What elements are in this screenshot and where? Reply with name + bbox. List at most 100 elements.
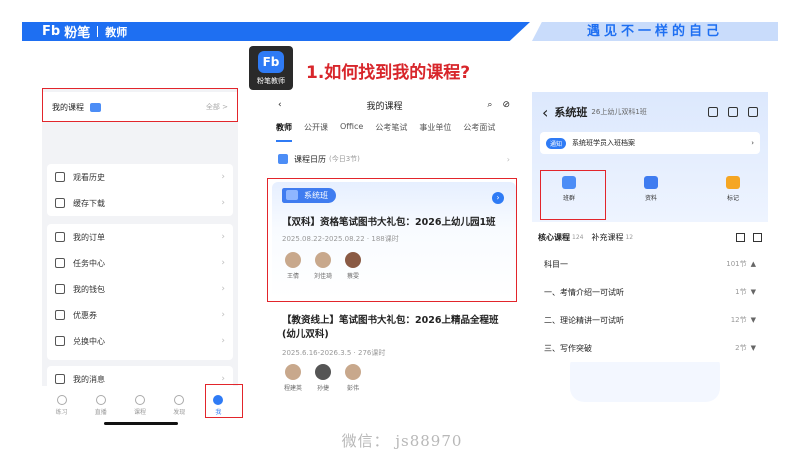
- hide-icon[interactable]: ⊘: [502, 100, 510, 110]
- nav-title: 我的课程: [366, 101, 403, 112]
- section-row[interactable]: 一、考情介绍一可试听 1节 ▼: [544, 278, 756, 306]
- menu-item-downloads[interactable]: 缓存下载 ›: [47, 190, 233, 216]
- tab-count: 124: [572, 233, 584, 241]
- menu-item-label: 我的消息: [73, 374, 105, 384]
- search-icon[interactable]: ⌕: [487, 100, 492, 110]
- menu-item-wallet[interactable]: 我的钱包 ›: [47, 276, 233, 302]
- order-icon: [55, 232, 65, 242]
- chevron-right-icon: ›: [221, 336, 225, 346]
- highlight-my-course: [42, 88, 238, 122]
- logo-mark: Fb: [42, 24, 61, 39]
- class-detail-screen: ‹ 系统班 26上幼儿双科1班 通知 系统班学员入班档案 › 班群 资料 标记 …: [532, 92, 768, 362]
- expand-icon: ▼: [750, 344, 756, 352]
- tab-open-class[interactable]: 公开课: [304, 122, 328, 142]
- menu-card-history: 观看历史 › 缓存下载 ›: [47, 164, 233, 216]
- menu-item-label: 观看历史: [73, 172, 105, 182]
- menu-item-exchange[interactable]: 兑换中心 ›: [47, 328, 233, 354]
- scan-icon[interactable]: [708, 107, 718, 117]
- tab-discover[interactable]: 发现: [160, 386, 199, 424]
- course-title: 【教资线上】笔试图书大礼包：2026上精品全程班(幼儿双科): [282, 315, 499, 340]
- section-label: 科目一: [544, 259, 568, 269]
- feature-label: 资料: [644, 195, 657, 202]
- tab-label: 练习: [55, 408, 68, 416]
- practice-icon: [56, 394, 67, 405]
- coupon-icon: [55, 310, 65, 320]
- calendar-icon[interactable]: [728, 107, 738, 117]
- chevron-right-icon: ›: [506, 154, 510, 164]
- menu-item-coupons[interactable]: 优惠券 ›: [47, 302, 233, 328]
- category-tabs: 教师 公开课 Office 公考笔试 事业单位 公考面试: [268, 122, 520, 142]
- teacher-avatar: 孙捷: [310, 364, 336, 392]
- teacher-name: 程建英: [283, 385, 302, 392]
- tab-public-institution[interactable]: 事业单位: [419, 122, 451, 142]
- course-calendar-row[interactable]: 课程日历 (今日3节) ›: [268, 148, 520, 170]
- app-icon-logo: Fb: [258, 51, 284, 73]
- menu-item-label: 我的订单: [73, 232, 105, 242]
- chevron-right-icon: ›: [221, 374, 225, 384]
- tab-count: 12: [625, 233, 634, 241]
- tab-office[interactable]: Office: [340, 122, 363, 142]
- feature-materials[interactable]: 资料: [631, 176, 671, 202]
- menu-item-orders[interactable]: 我的订单 ›: [47, 224, 233, 250]
- highlight-class-group: [540, 170, 606, 220]
- filter-icon[interactable]: [736, 232, 745, 242]
- menu-item-watch-history[interactable]: 观看历史 ›: [47, 164, 233, 190]
- profile-screen: 我的课程 全部 > 观看历史 › 缓存下载 › 我的订单 › 任务中心 › 我的钱包…: [42, 88, 238, 424]
- tab-civil-interview[interactable]: 公考面试: [463, 122, 495, 142]
- avatar: [345, 364, 361, 380]
- bell-icon[interactable]: [748, 107, 758, 117]
- tab-tools: [736, 232, 762, 242]
- chevron-right-icon: ›: [221, 172, 225, 182]
- course-card[interactable]: 【教资线上】笔试图书大礼包：2026上精品全程班(幼儿双科) 2025.6.16…: [272, 302, 516, 412]
- tab-teacher[interactable]: 教师: [276, 122, 292, 142]
- expand-icon: ▼: [750, 316, 756, 324]
- tab-label: 发现: [173, 408, 186, 416]
- tab-core-courses[interactable]: 核心课程: [538, 232, 570, 243]
- exchange-icon: [55, 336, 65, 346]
- collapse-icon: ▲: [750, 260, 756, 268]
- section-label: 一、考情介绍一可试听: [544, 287, 624, 297]
- teacher-name: 彭伟: [346, 385, 359, 392]
- feature-marks[interactable]: 标记: [713, 176, 753, 202]
- section-label: 三、写作突破: [544, 343, 592, 353]
- live-icon: [95, 394, 106, 405]
- tab-courses[interactable]: 课程: [120, 386, 159, 424]
- tab-civil-written[interactable]: 公考笔试: [375, 122, 407, 142]
- calendar-count: (今日3节): [329, 155, 360, 163]
- chevron-right-icon: ›: [221, 284, 225, 294]
- menu-item-label: 缓存下载: [73, 198, 105, 208]
- tab-live[interactable]: 直播: [81, 386, 120, 424]
- task-icon: [55, 258, 65, 268]
- menu-item-label: 兑换中心: [73, 336, 105, 346]
- nav-actions: [708, 107, 758, 117]
- section-row[interactable]: 科目一 101节 ▲: [544, 250, 756, 278]
- chevron-right-icon: ›: [221, 198, 225, 208]
- notice-bar[interactable]: 通知 系统班学员入班档案 ›: [540, 132, 760, 154]
- calendar-icon: [278, 154, 288, 164]
- section-label: 二、理论精讲一可试听: [544, 315, 624, 325]
- chevron-right-icon: ›: [221, 310, 225, 320]
- notice-text: 系统班学员入班档案: [572, 139, 636, 147]
- nav-title: 系统班: [554, 106, 588, 119]
- brand-logo: Fb 粉笔 教师: [42, 22, 127, 41]
- section-count: 12节: [730, 316, 747, 324]
- menu-item-label: 我的钱包: [73, 284, 105, 294]
- back-icon[interactable]: ‹: [542, 103, 548, 122]
- menu-card-account: 我的订单 › 任务中心 › 我的钱包 › 优惠券 › 兑换中心 ›: [47, 224, 233, 360]
- brand-name: 粉笔: [64, 26, 91, 41]
- brand-sub: 教师: [105, 25, 128, 39]
- chevron-right-icon: ›: [221, 258, 225, 268]
- tab-practice[interactable]: 练习: [42, 386, 81, 424]
- page-title: 1.如何找到我的课程?: [306, 63, 471, 83]
- section-row[interactable]: 三、写作突破 2节 ▼: [544, 334, 756, 362]
- calendar-label: 课程日历: [294, 154, 326, 164]
- material-icon: [644, 176, 658, 189]
- download-icon[interactable]: [753, 232, 762, 242]
- section-count: 101节: [726, 260, 747, 268]
- menu-item-label: 优惠券: [73, 310, 97, 320]
- menu-item-tasks[interactable]: 任务中心 ›: [47, 250, 233, 276]
- course-tabs: 核心课程 124 补充课程 12: [532, 228, 768, 246]
- section-row[interactable]: 二、理论精讲一可试听 12节 ▼: [544, 306, 756, 334]
- tab-extra-courses[interactable]: 补充课程: [591, 232, 623, 243]
- app-icon-caption: 粉笔教师: [257, 77, 285, 85]
